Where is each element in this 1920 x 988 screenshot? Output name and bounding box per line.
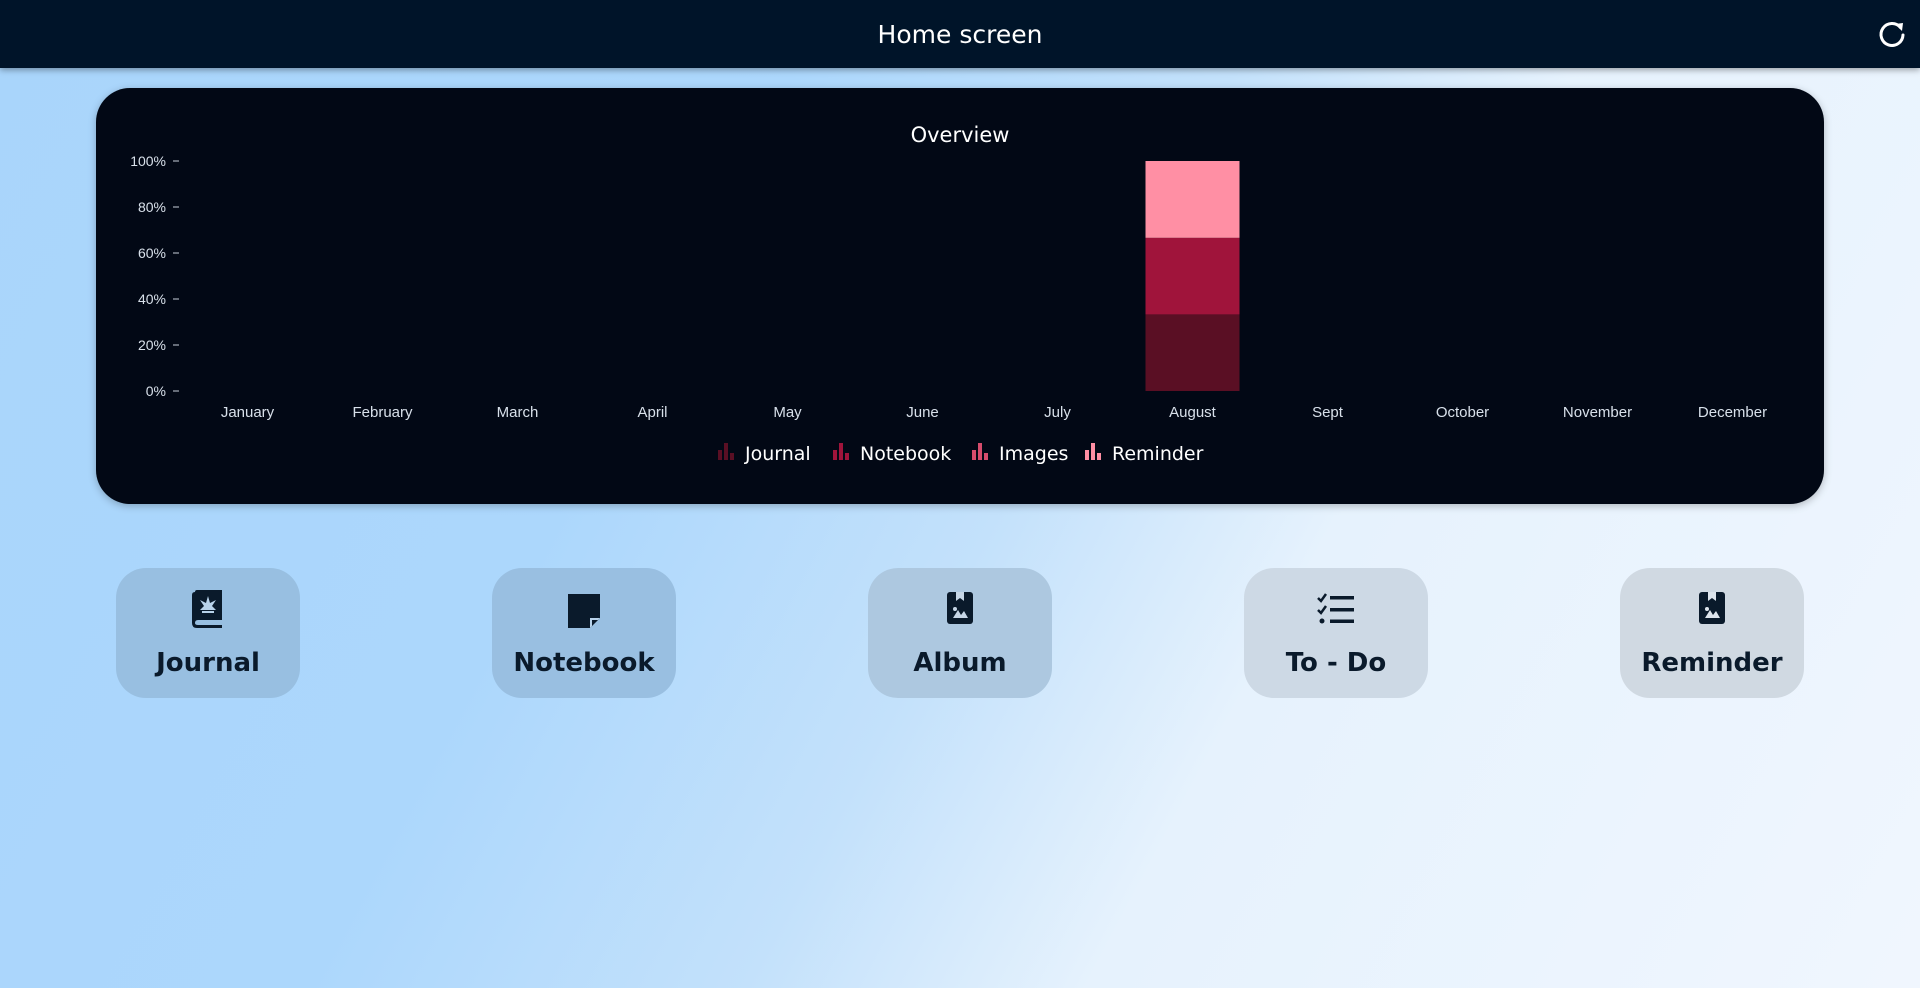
journal-book-icon bbox=[192, 590, 222, 628]
chart-bars bbox=[1145, 161, 1240, 391]
x-tick-label: March bbox=[497, 404, 539, 421]
chart-legend[interactable]: Journal Notebook Images Reminder bbox=[718, 443, 1204, 465]
legend-swatch bbox=[1097, 453, 1101, 460]
reminder-card[interactable]: Reminder bbox=[1620, 568, 1804, 698]
y-tick-label: 40% bbox=[138, 291, 166, 307]
legend-swatch bbox=[972, 450, 976, 460]
notebook-card[interactable]: Notebook bbox=[492, 568, 676, 698]
y-tick-label: 20% bbox=[138, 337, 166, 353]
overview-panel: Overview 0% 20% 40% 60% 80% 100% January Febru… bbox=[96, 88, 1824, 504]
top-bar: Home screen bbox=[0, 0, 1920, 68]
y-tick-label: 100% bbox=[130, 153, 166, 169]
legend-swatch bbox=[978, 443, 982, 460]
legend-swatch bbox=[839, 443, 843, 460]
overview-chart: Overview 0% 20% 40% 60% 80% 100% January Febru… bbox=[130, 123, 1767, 465]
x-axis: January February March April May June July Augu… bbox=[221, 404, 1767, 421]
y-tick-label: 0% bbox=[146, 383, 166, 399]
legend-label: Reminder bbox=[1112, 443, 1204, 465]
legend-item-notebook[interactable]: Notebook bbox=[833, 443, 951, 465]
x-tick-label: May bbox=[773, 404, 802, 421]
photo-book-icon bbox=[947, 592, 973, 624]
legend-label: Journal bbox=[744, 443, 811, 465]
album-card[interactable]: Album bbox=[868, 568, 1052, 698]
legend-label: Images bbox=[999, 443, 1068, 465]
bar-segment-reminder[interactable] bbox=[1145, 161, 1240, 238]
x-tick-label: August bbox=[1169, 404, 1217, 421]
x-tick-label: October bbox=[1436, 404, 1489, 421]
legend-swatch bbox=[730, 453, 734, 460]
y-tick-label: 80% bbox=[138, 199, 166, 215]
x-tick-label: February bbox=[352, 404, 413, 421]
legend-item-images[interactable]: Images bbox=[972, 443, 1068, 465]
legend-swatch bbox=[833, 450, 837, 460]
photo-book-icon bbox=[1699, 592, 1725, 624]
legend-item-reminder[interactable]: Reminder bbox=[1085, 443, 1204, 465]
x-tick-label: December bbox=[1698, 404, 1767, 421]
legend-swatch bbox=[845, 453, 849, 460]
x-tick-label: November bbox=[1563, 404, 1632, 421]
x-tick-label: Sept bbox=[1312, 404, 1344, 421]
legend-swatch bbox=[1085, 450, 1089, 460]
page-title: Home screen bbox=[877, 20, 1043, 49]
chart-title: Overview bbox=[911, 123, 1010, 147]
x-tick-label: June bbox=[906, 404, 939, 421]
x-tick-label: January bbox=[221, 404, 275, 421]
journal-card[interactable]: Journal bbox=[116, 568, 300, 698]
sticky-note-icon bbox=[568, 594, 600, 628]
journal-card-label: Journal bbox=[156, 648, 260, 678]
legend-swatch bbox=[724, 443, 728, 460]
legend-swatch bbox=[718, 450, 722, 460]
shortcut-cards: Journal Notebook Album To - Do Reminder bbox=[0, 568, 1920, 700]
legend-swatch bbox=[984, 453, 988, 460]
x-tick-label: April bbox=[637, 404, 667, 421]
x-tick-label: July bbox=[1044, 404, 1071, 421]
checklist-icon bbox=[1317, 593, 1354, 624]
y-axis: 0% 20% 40% 60% 80% 100% bbox=[130, 153, 179, 399]
reminder-card-label: Reminder bbox=[1641, 648, 1783, 678]
todo-card-label: To - Do bbox=[1285, 648, 1387, 678]
legend-item-journal[interactable]: Journal bbox=[718, 443, 811, 465]
refresh-icon[interactable] bbox=[1876, 18, 1908, 50]
notebook-card-label: Notebook bbox=[513, 648, 655, 678]
y-tick-label: 60% bbox=[138, 245, 166, 261]
album-card-label: Album bbox=[913, 648, 1007, 678]
legend-swatch bbox=[1091, 443, 1095, 460]
legend-label: Notebook bbox=[860, 443, 951, 465]
todo-card[interactable]: To - Do bbox=[1244, 568, 1428, 698]
bar-segment-journal[interactable] bbox=[1145, 314, 1240, 391]
bar-segment-notebook[interactable] bbox=[1145, 237, 1240, 315]
